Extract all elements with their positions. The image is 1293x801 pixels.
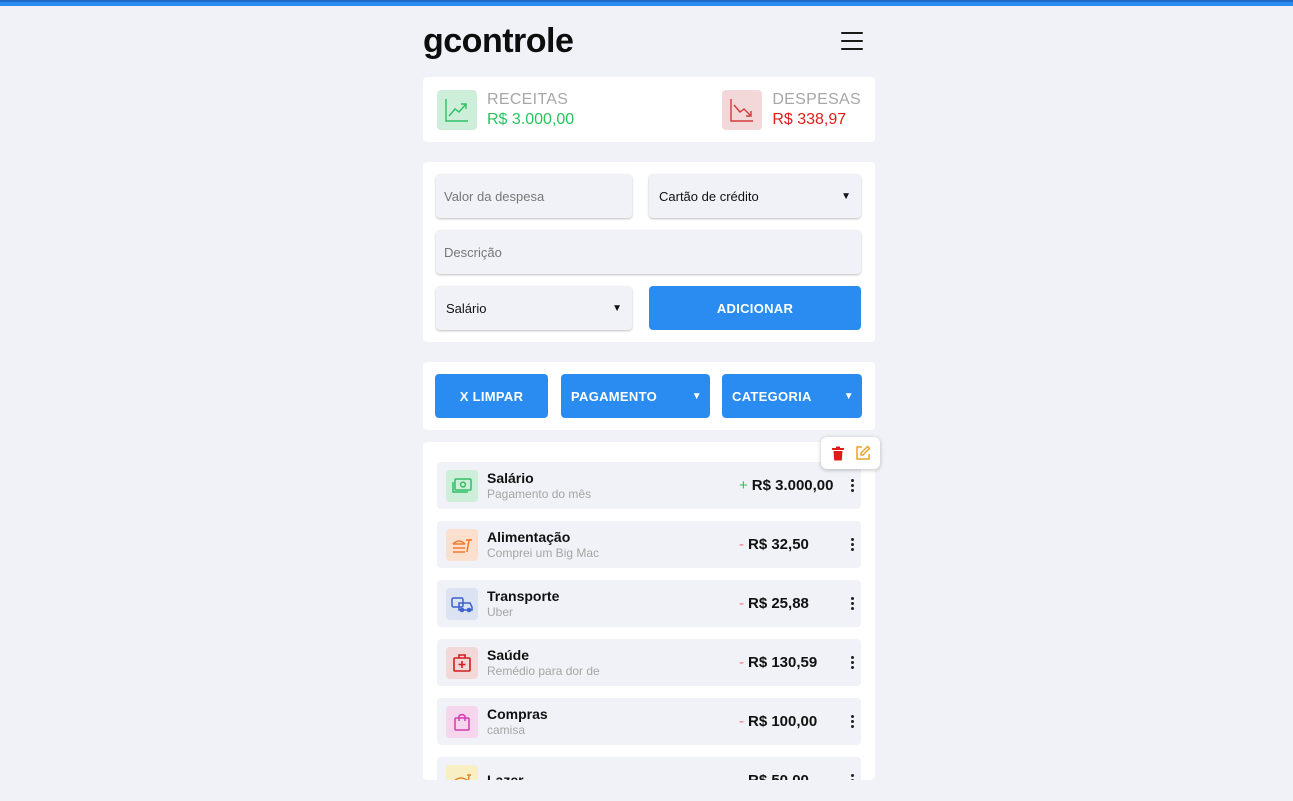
list-item-description: Remédio para dor de: [487, 664, 600, 678]
filters-bar: X LIMPAR PAGAMENTO ▼ CATEGORIA ▼: [423, 362, 875, 430]
list-item[interactable]: Transporte Uber - R$ 25,88: [437, 580, 861, 627]
more-options-icon[interactable]: [847, 597, 857, 610]
payment-filter-select[interactable]: PAGAMENTO ▼: [561, 374, 710, 418]
app-container: gcontrole RECEITAS R$ 3.000,00 DESPESAS …: [423, 20, 875, 780]
category-filter-label: CATEGORIA: [732, 388, 812, 404]
list-item-description: camisa: [487, 723, 526, 737]
amount-input[interactable]: Valor da despesa: [436, 174, 632, 218]
more-options-icon[interactable]: [847, 656, 857, 669]
money-icon: [446, 469, 478, 502]
fastfood-icon: [446, 528, 478, 561]
trash-icon[interactable]: [829, 444, 847, 462]
list-item-amount: -R$ 50,00: [739, 772, 847, 780]
list-item-amount: - R$ 25,88: [739, 595, 809, 612]
trending-down-icon: [722, 89, 763, 130]
expense-value: R$ 338,97: [772, 110, 847, 128]
more-options-icon[interactable]: [847, 774, 857, 780]
app-title: gcontrole: [423, 21, 574, 60]
category-value: Salário: [446, 300, 487, 316]
expense-summary: DESPESAS R$ 338,97: [722, 89, 861, 130]
transactions-list: Salário Pagamento do mês + R$ 3.000,00 Al…: [423, 442, 875, 780]
edit-icon[interactable]: [854, 444, 872, 462]
summary-card: RECEITAS R$ 3.000,00 DESPESAS R$ 338,97: [423, 77, 875, 142]
list-item-title: Saúde: [487, 647, 530, 663]
list-item-description: Pagamento do mês: [487, 487, 592, 501]
list-item-description: Comprei um Big Mac: [487, 546, 600, 560]
list-item[interactable]: Lazer -R$ 50,00: [437, 757, 861, 780]
expense-label: DESPESAS: [772, 90, 861, 108]
shopping-bag-icon: [446, 705, 478, 738]
add-button[interactable]: ADICIONAR: [649, 286, 861, 330]
list-item-title: Transporte: [487, 588, 560, 604]
list-item-title: Compras: [487, 706, 548, 722]
category-filter-select[interactable]: CATEGORIA ▼: [722, 374, 862, 418]
chevron-down-icon: ▼: [691, 390, 702, 402]
description-input[interactable]: Descrição: [436, 230, 861, 274]
list-item[interactable]: Saúde Remédio para dor de - R$ 130,59: [437, 639, 861, 686]
chevron-down-icon: ▼: [841, 190, 851, 202]
payment-filter-label: PAGAMENTO: [571, 388, 658, 404]
list-item-amount: + R$ 3.000,00: [739, 477, 834, 494]
trending-up-icon: [437, 89, 477, 130]
list-item[interactable]: Alimentação Comprei um Big Mac - R$ 32,50: [437, 521, 861, 568]
payment-method-value: Cartão de crédito: [659, 188, 759, 204]
list-item-title: Salário: [487, 470, 534, 486]
more-options-icon[interactable]: [847, 715, 857, 728]
leisure-icon: [446, 764, 478, 780]
income-label: RECEITAS: [487, 90, 569, 108]
list-item[interactable]: Salário Pagamento do mês + R$ 3.000,00: [437, 462, 861, 509]
row-actions-popover: [821, 437, 880, 469]
income-value: R$ 3.000,00: [487, 110, 575, 128]
more-options-icon[interactable]: [847, 479, 857, 492]
list-item-amount: - R$ 100,00: [739, 713, 818, 730]
list-item-amount: - R$ 130,59: [739, 654, 818, 671]
hamburger-menu-icon[interactable]: [839, 29, 865, 53]
chevron-down-icon: ▼: [843, 390, 854, 402]
list-item-amount: - R$ 32,50: [739, 536, 809, 553]
chevron-down-icon: ▼: [612, 302, 622, 314]
clear-filters-button[interactable]: X LIMPAR: [435, 374, 548, 418]
list-item[interactable]: Compras camisa - R$ 100,00: [437, 698, 861, 745]
medical-kit-icon: [446, 646, 478, 679]
list-item-title: Alimentação: [487, 529, 571, 545]
list-item-description: Uber: [487, 605, 514, 619]
payment-method-select[interactable]: Cartão de crédito ▼: [649, 174, 861, 218]
car-icon: [446, 587, 478, 620]
list-item-title: Lazer: [487, 772, 524, 780]
more-options-icon[interactable]: [847, 538, 857, 551]
top-accent-bar: [0, 0, 1293, 6]
transaction-form: Valor da despesa Cartão de crédito ▼ Des…: [423, 162, 875, 342]
income-summary: RECEITAS R$ 3.000,00: [437, 89, 575, 130]
app-header: gcontrole: [423, 20, 875, 62]
category-select[interactable]: Salário ▼: [436, 286, 632, 330]
